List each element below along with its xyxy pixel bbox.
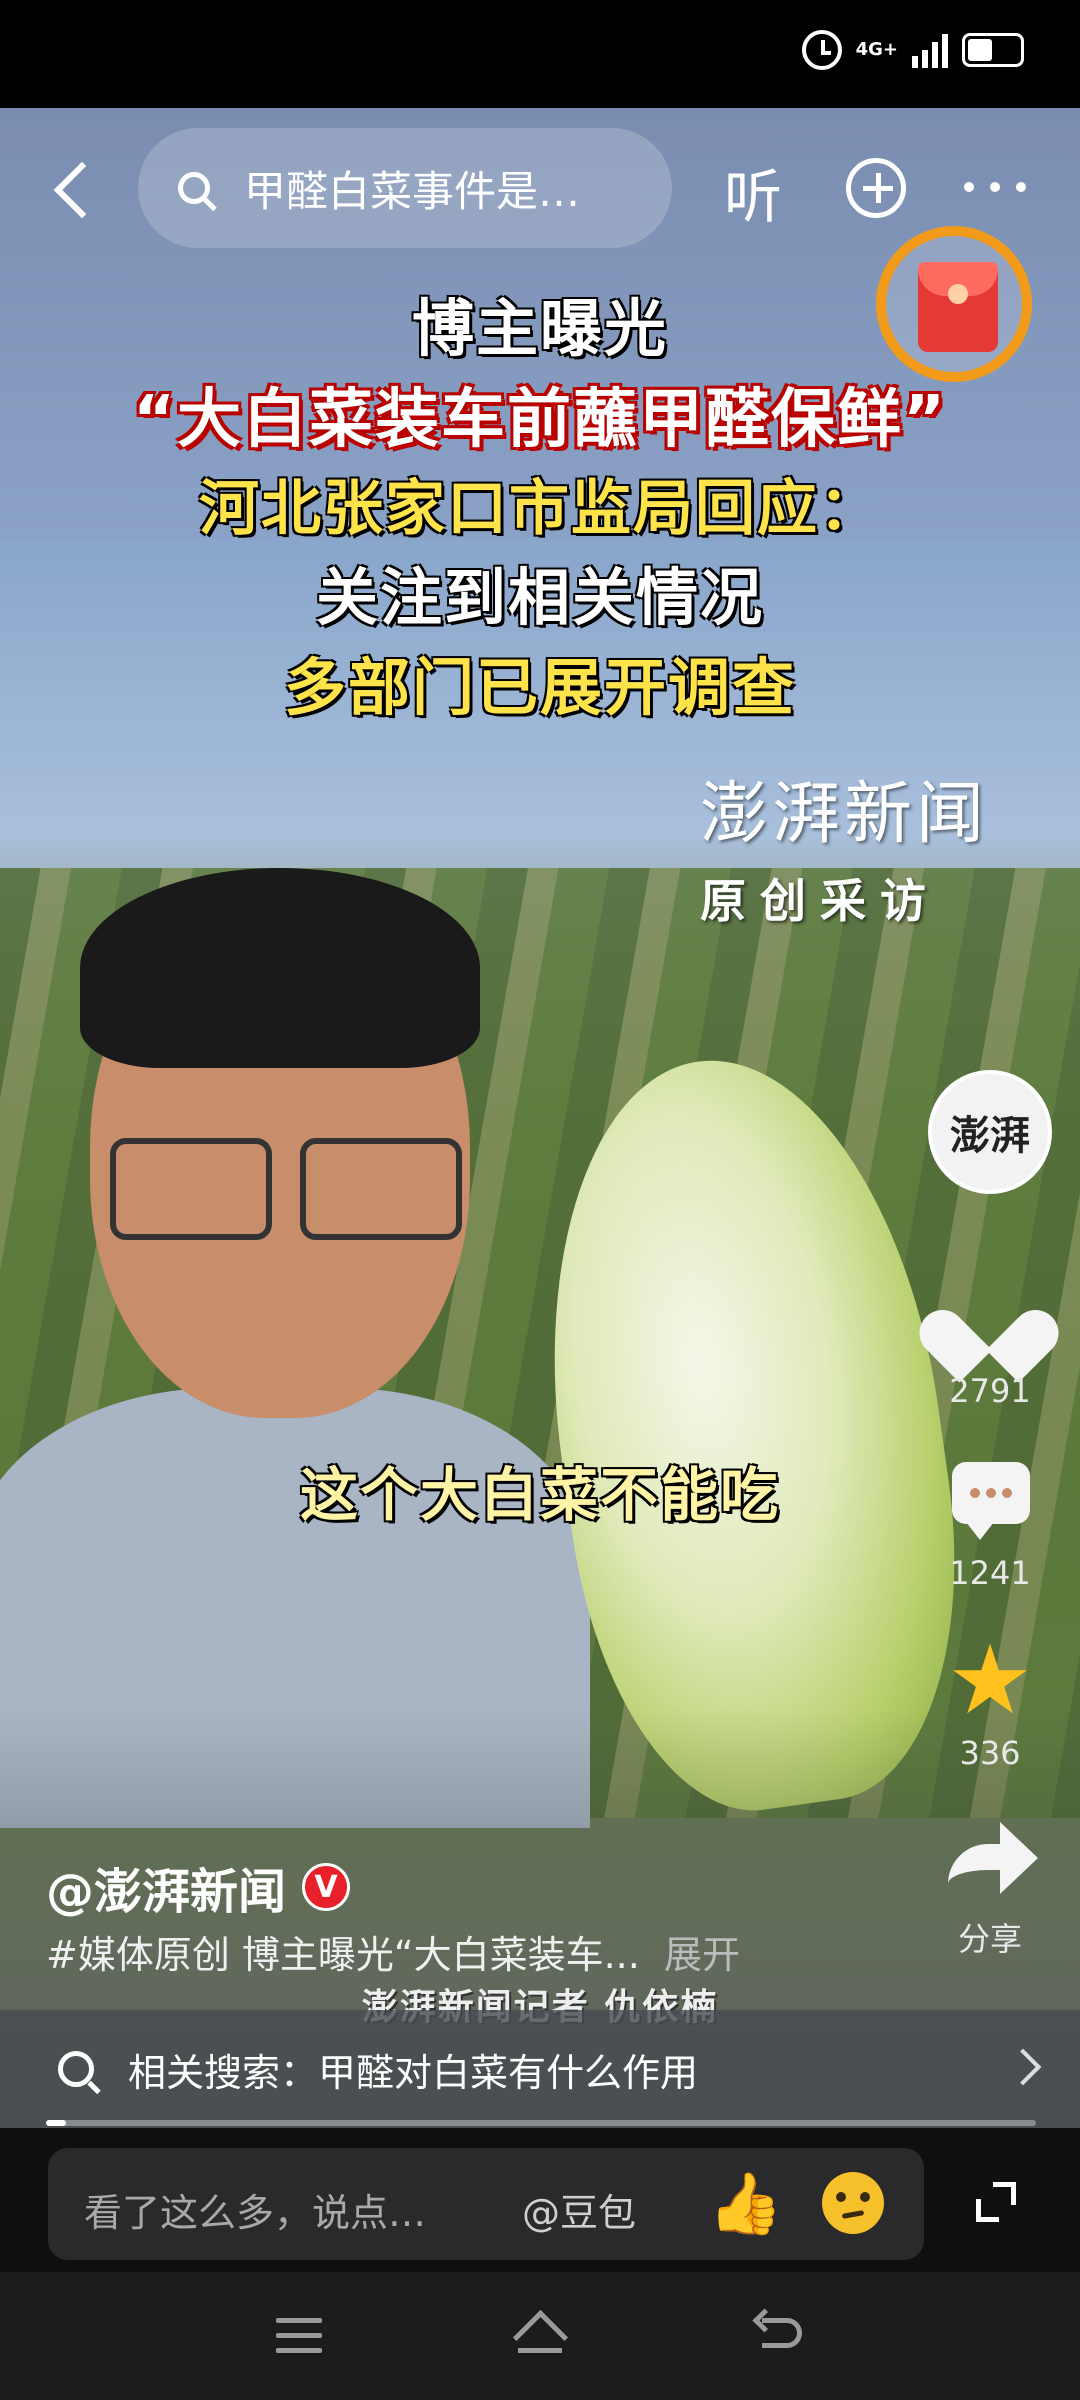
video-watermark: 澎湃新闻 原创采访 xyxy=(700,758,988,931)
favorite-count: 336 xyxy=(959,1734,1021,1772)
video-progress-bar[interactable] xyxy=(46,2120,1036,2126)
related-search-bar[interactable]: 相关搜索：甲醛对白菜有什么作用 xyxy=(0,2010,1080,2128)
author-avatar[interactable]: 澎湃 xyxy=(928,1070,1052,1194)
system-back-icon[interactable] xyxy=(756,2312,806,2356)
post-description[interactable]: #媒体原创 博主曝光“大白菜装车... 展开 xyxy=(46,1924,740,1979)
comment-icon[interactable] xyxy=(952,1462,1030,1540)
headline-line-3: 河北张家口市监局回应： xyxy=(199,474,881,544)
favorite-star-icon[interactable]: ★ xyxy=(944,1632,1036,1728)
signal-icon xyxy=(912,32,948,68)
share-icon[interactable] xyxy=(948,1818,1038,1898)
search-box[interactable]: 甲醛白菜事件是… xyxy=(138,128,672,248)
recent-apps-icon[interactable] xyxy=(276,2318,322,2354)
verified-badge-icon: V xyxy=(302,1863,351,1911)
thumbs-up-icon[interactable]: 👍 xyxy=(708,2172,783,2236)
system-nav-bar xyxy=(0,2272,1080,2400)
more-icon[interactable] xyxy=(964,182,1026,192)
progress-fill xyxy=(46,2120,66,2126)
status-bar: 4G+ xyxy=(0,0,1080,108)
status-icons: 4G+ xyxy=(801,30,1024,70)
headline-line-4: 关注到相关情况 xyxy=(315,561,764,634)
search-icon xyxy=(178,172,210,204)
video-caption: 这个大白菜不能吃 xyxy=(299,1461,780,1529)
video-player[interactable]: 博主曝光 “大白菜装车前蘸甲醛保鲜” 河北张家口市监局回应： 关注到相关情况 多… xyxy=(0,108,1080,2128)
network-type: 4G+ xyxy=(855,39,898,60)
headline-line-5: 多部门已展开调查 xyxy=(283,651,796,724)
mention-doubao-button[interactable]: @豆包 xyxy=(522,2182,636,2237)
video-person xyxy=(0,868,610,1828)
top-bar: 甲醛白菜事件是… 听 xyxy=(0,128,1080,248)
add-icon[interactable] xyxy=(846,158,906,218)
alarm-icon xyxy=(801,30,842,70)
comment-placeholder: 看了这么多，说点… xyxy=(84,2191,427,2235)
description-text: #媒体原创 博主曝光“大白菜装车... xyxy=(46,1933,640,1977)
search-query: 甲醛白菜事件是… xyxy=(244,166,581,216)
comment-count: 1241 xyxy=(949,1554,1031,1592)
watermark-sub: 原创采访 xyxy=(700,874,940,928)
post-author[interactable]: @澎湃新闻 V xyxy=(46,1852,351,1922)
watermark-name: 澎湃新闻 xyxy=(700,775,989,854)
related-search-text: 相关搜索：甲醛对白菜有什么作用 xyxy=(128,2050,699,2095)
fullscreen-icon[interactable] xyxy=(976,2182,1016,2222)
chevron-right-icon xyxy=(1004,2048,1042,2086)
related-search-icon xyxy=(58,2051,94,2087)
expand-link[interactable]: 展开 xyxy=(664,1933,740,1977)
battery-icon xyxy=(962,33,1024,67)
red-envelope-icon xyxy=(918,262,998,352)
author-name[interactable]: @澎湃新闻 xyxy=(46,1852,286,1922)
like-count: 2791 xyxy=(949,1372,1031,1410)
back-icon[interactable] xyxy=(48,160,102,214)
share-label[interactable]: 分享 xyxy=(920,1914,1060,1960)
listen-button[interactable]: 听 xyxy=(724,150,782,234)
comment-input[interactable]: 看了这么多，说点… @豆包 👍 xyxy=(48,2148,924,2260)
comment-input-bar: 看了这么多，说点… @豆包 👍 xyxy=(0,2128,1080,2272)
headline-line-2: “大白菜装车前蘸甲醛保鲜” xyxy=(132,383,948,457)
like-heart-icon[interactable] xyxy=(909,1280,1069,1383)
home-icon[interactable] xyxy=(512,2312,568,2360)
red-packet-button[interactable] xyxy=(876,226,1032,382)
thinking-emoji-icon[interactable] xyxy=(822,2172,884,2234)
